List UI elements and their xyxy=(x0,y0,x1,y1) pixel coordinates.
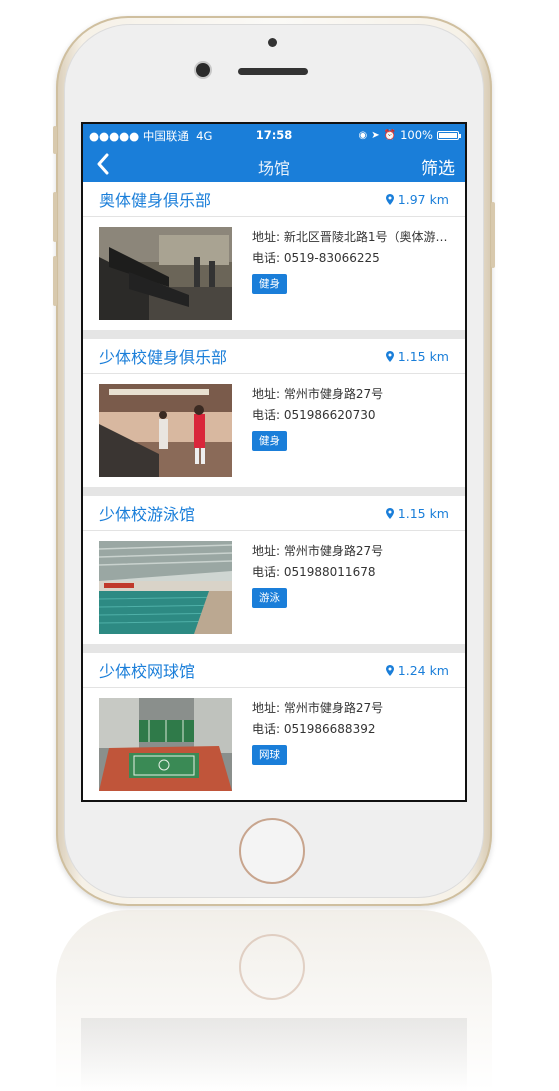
people-on-treadmills-photo xyxy=(99,384,232,477)
venue-category-tag: 网球 xyxy=(252,745,287,765)
location-pin-icon xyxy=(385,507,394,519)
page-title: 场馆 xyxy=(257,159,290,178)
home-button[interactable] xyxy=(239,818,305,884)
venue-card-header: 少体校游泳馆 1.15 km xyxy=(83,496,465,531)
distance-value: 1.24 km xyxy=(397,662,449,678)
navigation-bar: 场馆 筛选 xyxy=(83,146,465,182)
gym-treadmills-photo xyxy=(99,227,232,320)
venue-name: 奥体健身俱乐部 xyxy=(99,191,212,210)
venue-name: 少体校健身俱乐部 xyxy=(99,348,228,367)
venue-distance: 1.24 km xyxy=(385,662,449,678)
venue-info: 地址: 常州市健身路27号 电话: 051988011678 游泳 xyxy=(252,541,448,634)
battery-percent: 100% xyxy=(400,128,433,142)
venue-card-header: 奥体健身俱乐部 1.97 km xyxy=(83,182,465,217)
reflection-screen xyxy=(81,1018,467,1091)
power-button xyxy=(491,202,495,268)
venue-card[interactable]: 少体校健身俱乐部 1.15 km 地址: 常州市健身路27号 电话: 05198… xyxy=(83,339,465,487)
venue-card-body: 地址: 常州市健身路27号 电话: 051986620730 健身 xyxy=(83,374,465,487)
venue-address: 地址: 常州市健身路27号 xyxy=(252,701,384,715)
venue-phone: 电话: 051986688392 xyxy=(252,722,376,736)
status-bar: ●●●●● 中国联通 4G 17:58 ◉ ➤ ⏰ 100% xyxy=(83,124,465,146)
tennis-courts-aerial-photo xyxy=(99,698,232,791)
location-pin-icon xyxy=(385,664,394,676)
venue-address: 地址: 新北区晋陵北路1号（奥体游泳馆南侧） xyxy=(252,230,448,244)
battery-icon xyxy=(437,130,461,140)
venue-card-header: 少体校网球馆 1.24 km xyxy=(83,653,465,688)
venue-category-tag: 健身 xyxy=(252,274,287,294)
filter-button[interactable]: 筛选 xyxy=(421,154,455,179)
venue-name: 少体校游泳馆 xyxy=(99,505,196,524)
venue-phone: 电话: 051986620730 xyxy=(252,408,376,422)
indoor-swimming-pool-photo xyxy=(99,541,232,634)
venue-card[interactable]: 奥体健身俱乐部 1.97 km 地址: 新北区晋陵北路1号（奥体游泳 电话: 0… xyxy=(83,182,465,330)
distance-value: 1.15 km xyxy=(397,505,449,521)
phone-reflection xyxy=(56,910,492,1091)
venue-card[interactable]: 少体校游泳馆 1.15 km 地址: 常州市健身路27号 电话: 0519880… xyxy=(83,496,465,644)
volume-down-button xyxy=(53,256,57,306)
venue-list: 奥体健身俱乐部 1.97 km 地址: 新北区晋陵北路1号（奥体游泳 电话: 0… xyxy=(83,182,465,800)
venue-name: 少体校网球馆 xyxy=(99,662,196,681)
venue-category-tag: 游泳 xyxy=(252,588,287,608)
venue-phone: 电话: 051988011678 xyxy=(252,565,376,579)
orientation-lock-icon: ◉ xyxy=(358,129,368,141)
reflection-home-button xyxy=(239,934,305,1000)
venue-card-body: 地址: 常州市健身路27号 电话: 051986688392 网球 xyxy=(83,688,465,800)
stage: ●●●●● 中国联通 4G 17:58 ◉ ➤ ⏰ 100% 场馆 筛选 奥体健… xyxy=(0,0,559,1091)
front-camera-icon xyxy=(196,63,210,77)
venue-card[interactable]: 少体校网球馆 1.24 km 地址: 常州市健身路27号 电话: 0519866… xyxy=(83,653,465,800)
venue-distance: 1.15 km xyxy=(385,505,449,521)
location-pin-icon xyxy=(385,193,394,205)
venue-address: 地址: 常州市健身路27号 xyxy=(252,387,384,401)
volume-up-button xyxy=(53,192,57,242)
alarm-icon: ⏰ xyxy=(383,129,397,141)
venue-address: 地址: 常州市健身路27号 xyxy=(252,544,384,558)
distance-value: 1.15 km xyxy=(397,348,449,364)
venue-info: 地址: 常州市健身路27号 电话: 051986620730 健身 xyxy=(252,384,448,477)
proximity-sensor xyxy=(268,38,277,47)
mute-switch xyxy=(53,126,57,154)
venue-info: 地址: 常州市健身路27号 电话: 051986688392 网球 xyxy=(252,698,448,791)
location-pin-icon xyxy=(385,350,394,362)
phone-screen: ●●●●● 中国联通 4G 17:58 ◉ ➤ ⏰ 100% 场馆 筛选 奥体健… xyxy=(81,122,467,802)
earpiece-speaker xyxy=(238,68,308,75)
venue-card-body: 地址: 新北区晋陵北路1号（奥体游泳馆南侧） 电话: 0519-83066225… xyxy=(83,217,465,330)
distance-value: 1.97 km xyxy=(397,191,449,207)
venue-info: 地址: 新北区晋陵北路1号（奥体游泳馆南侧） 电话: 0519-83066225… xyxy=(252,227,448,320)
venue-card-header: 少体校健身俱乐部 1.15 km xyxy=(83,339,465,374)
venue-distance: 1.97 km xyxy=(385,191,449,207)
status-right: ◉ ➤ ⏰ 100% xyxy=(358,128,461,142)
venue-card-body: 地址: 常州市健身路27号 电话: 051988011678 游泳 xyxy=(83,531,465,644)
venue-distance: 1.15 km xyxy=(385,348,449,364)
venue-category-tag: 健身 xyxy=(252,431,287,451)
location-arrow-icon: ➤ xyxy=(371,129,380,141)
venue-phone: 电话: 0519-83066225 xyxy=(252,251,380,265)
